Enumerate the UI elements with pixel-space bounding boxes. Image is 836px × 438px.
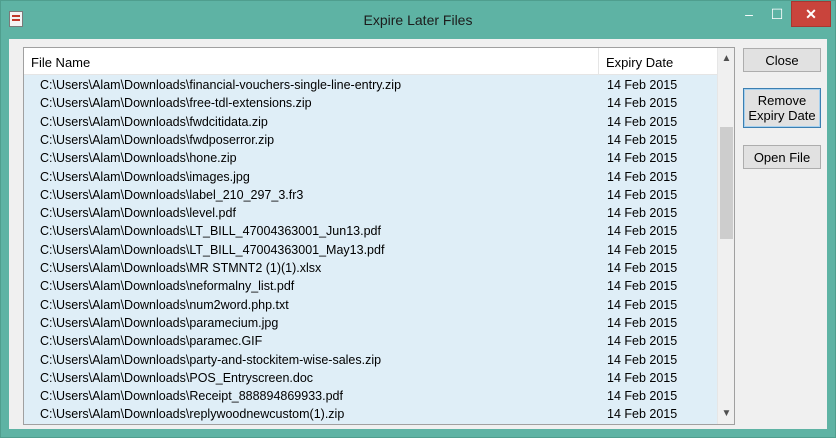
file-name-cell: C:\Users\Alam\Downloads\POS_Entryscreen.…	[40, 370, 314, 385]
file-name-cell: C:\Users\Alam\Downloads\free-tdl-extensi…	[40, 96, 312, 111]
table-row[interactable]: C:\Users\Alam\Downloads\paramecium.jpg 14…	[24, 313, 717, 332]
expiry-date-cell: 14 Feb 2015	[607, 96, 678, 111]
table-row[interactable]: C:\Users\Alam\Downloads\paramec.GIF 14 Fe…	[24, 331, 717, 350]
expiry-date-cell: 14 Feb 2015	[607, 261, 678, 275]
expiry-date-cell: 14 Feb 2015	[607, 132, 678, 147]
expiry-date-cell: 14 Feb 2015	[607, 279, 678, 294]
file-name-cell: C:\Users\Alam\Downloads\images.jpg	[40, 169, 250, 184]
file-name-cell: C:\Users\Alam\Downloads\label_210_297_3.…	[40, 187, 304, 202]
expiry-date-cell: 14 Feb 2015	[607, 352, 678, 367]
file-list[interactable]: File Name Expiry Date C:\Users\Alam\Down…	[23, 47, 735, 425]
file-name-cell: C:\Users\Alam\Downloads\LT_BILL_47004363…	[40, 242, 385, 257]
table-row[interactable]: C:\Users\Alam\Downloads\replywoodnewcust…	[24, 404, 717, 423]
expiry-date-cell: 14 Feb 2015	[607, 407, 678, 422]
minimize-icon[interactable]: –	[735, 1, 763, 27]
close-button[interactable]: Close	[743, 48, 821, 72]
table-row[interactable]: C:\Users\Alam\Downloads\LT_BILL_47004363…	[24, 221, 717, 240]
expiry-date-cell: 14 Feb 2015	[607, 78, 678, 92]
expire-later-files-window: Expire Later Files – ☐ ✕ File Name Expir…	[0, 0, 836, 438]
scroll-down-icon[interactable]: ▼	[718, 405, 734, 422]
file-name-cell: C:\Users\Alam\Downloads\fwdposerror.zip	[40, 132, 275, 147]
table-row[interactable]: C:\Users\Alam\Downloads\party-and-stocki…	[24, 350, 717, 369]
table-row[interactable]: C:\Users\Alam\Downloads\LT_BILL_47004363…	[24, 240, 717, 259]
table-row[interactable]: C:\Users\Alam\Downloads\POS_Entryscreen.…	[24, 368, 717, 387]
file-name-cell: C:\Users\Alam\Downloads\paramec.GIF	[40, 334, 263, 349]
expiry-date-cell: 14 Feb 2015	[607, 114, 678, 129]
table-row[interactable]: C:\Users\Alam\Downloads\Receipt_88889486…	[24, 386, 717, 405]
expiry-date-cell: 14 Feb 2015	[607, 334, 678, 349]
dialog-body: File Name Expiry Date C:\Users\Alam\Down…	[9, 39, 827, 429]
table-row[interactable]: C:\Users\Alam\Downloads\hone.zip 14 Feb 2…	[24, 148, 717, 167]
expiry-date-cell: 14 Feb 2015	[607, 206, 678, 221]
expiry-date-cell: 14 Feb 2015	[607, 297, 678, 312]
expiry-date-cell: 14 Feb 2015	[607, 315, 678, 330]
remove-label-line-1: Remove	[757, 93, 807, 108]
expiry-date-cell: 14 Feb 2015	[607, 389, 678, 404]
vertical-scrollbar[interactable]: ▲ ▼	[717, 48, 734, 424]
file-name-cell: C:\Users\Alam\Downloads\party-and-stocki…	[40, 352, 382, 367]
table-row[interactable]: C:\Users\Alam\Downloads\level.pdf 14 Feb …	[24, 203, 717, 222]
remove-expiry-date-button[interactable]: Remove Expiry Date	[743, 88, 821, 128]
remove-expiry-date-label: Remove Expiry Date	[748, 93, 815, 123]
file-name-cell: C:\Users\Alam\Downloads\paramecium.jpg	[40, 315, 279, 330]
remove-label-line-2: Expiry Date	[748, 108, 816, 123]
file-name-cell: C:\Users\Alam\Downloads\Receipt_88889486…	[40, 389, 343, 404]
table-row[interactable]: C:\Users\Alam\Downloads\financial-vouche…	[24, 75, 717, 94]
file-name-cell: C:\Users\Alam\Downloads\hone.zip	[40, 151, 237, 166]
table-row[interactable]: C:\Users\Alam\Downloads\fwdcitidata.zip 1…	[24, 112, 717, 131]
table-row[interactable]: C:\Users\Alam\Downloads\MR STMNT2 (1)(1)…	[24, 258, 717, 277]
list-header: File Name Expiry Date	[24, 48, 717, 75]
column-header-file-name[interactable]: File Name	[31, 55, 90, 70]
file-name-cell: C:\Users\Alam\Downloads\MR STMNT2 (1)(1)…	[40, 261, 322, 275]
list-rows: C:\Users\Alam\Downloads\financial-vouche…	[24, 75, 717, 424]
table-row[interactable]: C:\Users\Alam\Downloads\images.jpg 14 Feb…	[24, 167, 717, 186]
expiry-date-cell: 14 Feb 2015	[607, 169, 678, 184]
expiry-date-cell: 14 Feb 2015	[607, 151, 678, 166]
column-divider[interactable]	[598, 48, 599, 74]
title-bar[interactable]: Expire Later Files – ☐ ✕	[1, 1, 835, 39]
file-name-cell: C:\Users\Alam\Downloads\neformalny_list.…	[40, 279, 295, 294]
open-file-button[interactable]: Open File	[743, 145, 821, 169]
expiry-date-cell: 14 Feb 2015	[607, 187, 678, 202]
table-row[interactable]: C:\Users\Alam\Downloads\free-tdl-extensi…	[24, 93, 717, 112]
file-name-cell: C:\Users\Alam\Downloads\LT_BILL_47004363…	[40, 224, 381, 239]
column-header-expiry-date[interactable]: Expiry Date	[606, 55, 673, 70]
maximize-icon[interactable]: ☐	[763, 1, 791, 27]
file-name-cell: C:\Users\Alam\Downloads\level.pdf	[40, 206, 236, 221]
file-name-cell: C:\Users\Alam\Downloads\financial-vouche…	[40, 78, 402, 92]
table-row[interactable]: C:\Users\Alam\Downloads\num2word.php.txt…	[24, 295, 717, 314]
window-title: Expire Later Files	[363, 12, 473, 28]
file-name-cell: C:\Users\Alam\Downloads\replywoodnewcust…	[40, 407, 345, 422]
close-icon[interactable]: ✕	[791, 1, 831, 27]
table-row[interactable]: C:\Users\Alam\Downloads\neformalny_list.…	[24, 276, 717, 295]
expiry-date-cell: 14 Feb 2015	[607, 224, 678, 239]
scroll-up-icon[interactable]: ▲	[718, 50, 734, 67]
scroll-thumb[interactable]	[720, 127, 733, 239]
table-row[interactable]: C:\Users\Alam\Downloads\fwdposerror.zip 1…	[24, 130, 717, 149]
expiry-date-cell: 14 Feb 2015	[607, 242, 678, 257]
expiry-date-cell: 14 Feb 2015	[607, 370, 678, 385]
file-name-cell: C:\Users\Alam\Downloads\fwdcitidata.zip	[40, 114, 268, 129]
table-row[interactable]: C:\Users\Alam\Downloads\label_210_297_3.…	[24, 185, 717, 204]
file-name-cell: C:\Users\Alam\Downloads\num2word.php.txt	[40, 297, 289, 312]
